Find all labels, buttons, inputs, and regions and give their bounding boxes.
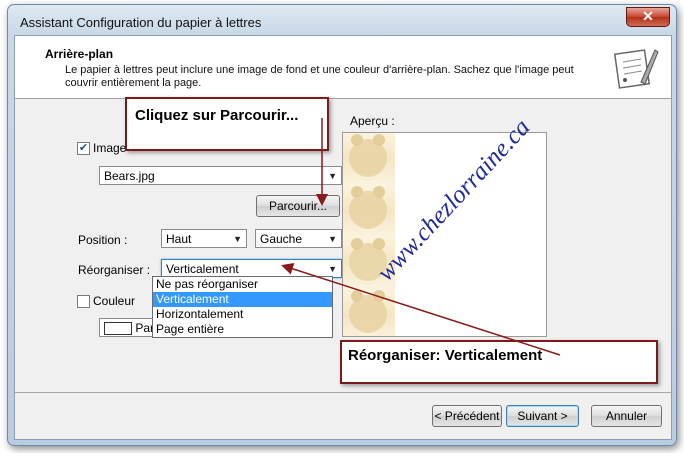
window-title: Assistant Configuration du papier à lett… — [20, 15, 262, 30]
section-description: Le papier à lettres peut inclure une ima… — [65, 64, 574, 89]
bear-icon — [349, 290, 387, 333]
bears-background-strip — [343, 133, 395, 336]
dropdown-option-none[interactable]: Ne pas réorganiser — [153, 277, 332, 292]
position-horizontal-value: Gauche — [260, 232, 303, 246]
stationery-icon — [613, 49, 659, 89]
reorganize-value: Verticalement — [166, 262, 239, 276]
reorganize-label: Réorganiser : — [78, 263, 151, 277]
bear-icon — [349, 134, 387, 177]
dropdown-option-vertical[interactable]: Verticalement — [153, 292, 332, 307]
reorganize-callout: Réorganiser: Verticalement — [340, 340, 658, 384]
position-label: Position : — [78, 233, 128, 247]
color-checkbox[interactable] — [77, 295, 90, 308]
wizard-header: Arrière-plan Le papier à lettres peut in… — [15, 36, 671, 99]
next-button[interactable]: Suivant > — [506, 405, 579, 427]
color-checkbox-label: Couleur — [93, 294, 136, 308]
bear-icon — [349, 186, 387, 229]
position-horizontal-select[interactable]: Gauche ▼ — [255, 229, 342, 248]
browse-button[interactable]: Parcourir... — [256, 195, 340, 217]
footer-divider — [15, 392, 671, 393]
previous-button[interactable]: < Précédent — [432, 405, 502, 427]
image-file-value: Bears.jpg — [104, 169, 155, 183]
color-swatch — [104, 322, 132, 336]
image-checkbox[interactable]: ✔ — [77, 142, 90, 155]
chevron-down-icon: ▼ — [233, 234, 242, 244]
image-checkbox-label: Image — [93, 141, 127, 155]
section-title: Arrière-plan — [45, 47, 114, 61]
chevron-down-icon: ▼ — [328, 234, 337, 244]
reorganize-dropdown-list: Ne pas réorganiser Verticalement Horizon… — [152, 276, 333, 338]
close-button[interactable]: ✕ — [626, 7, 670, 27]
preview-label: Aperçu : — [350, 114, 395, 128]
image-file-select[interactable]: Bears.jpg ▼ — [99, 166, 342, 185]
dropdown-option-full-page[interactable]: Page entière — [153, 322, 332, 337]
browse-callout: Cliquez sur Parcourir... — [125, 97, 329, 151]
position-vertical-value: Haut — [166, 232, 192, 246]
cancel-button[interactable]: Annuler — [591, 405, 662, 427]
position-vertical-select[interactable]: Haut ▼ — [161, 229, 247, 248]
dropdown-option-horizontal[interactable]: Horizontalement — [153, 307, 332, 322]
preview-panel — [342, 132, 547, 337]
chevron-down-icon: ▼ — [328, 171, 337, 181]
